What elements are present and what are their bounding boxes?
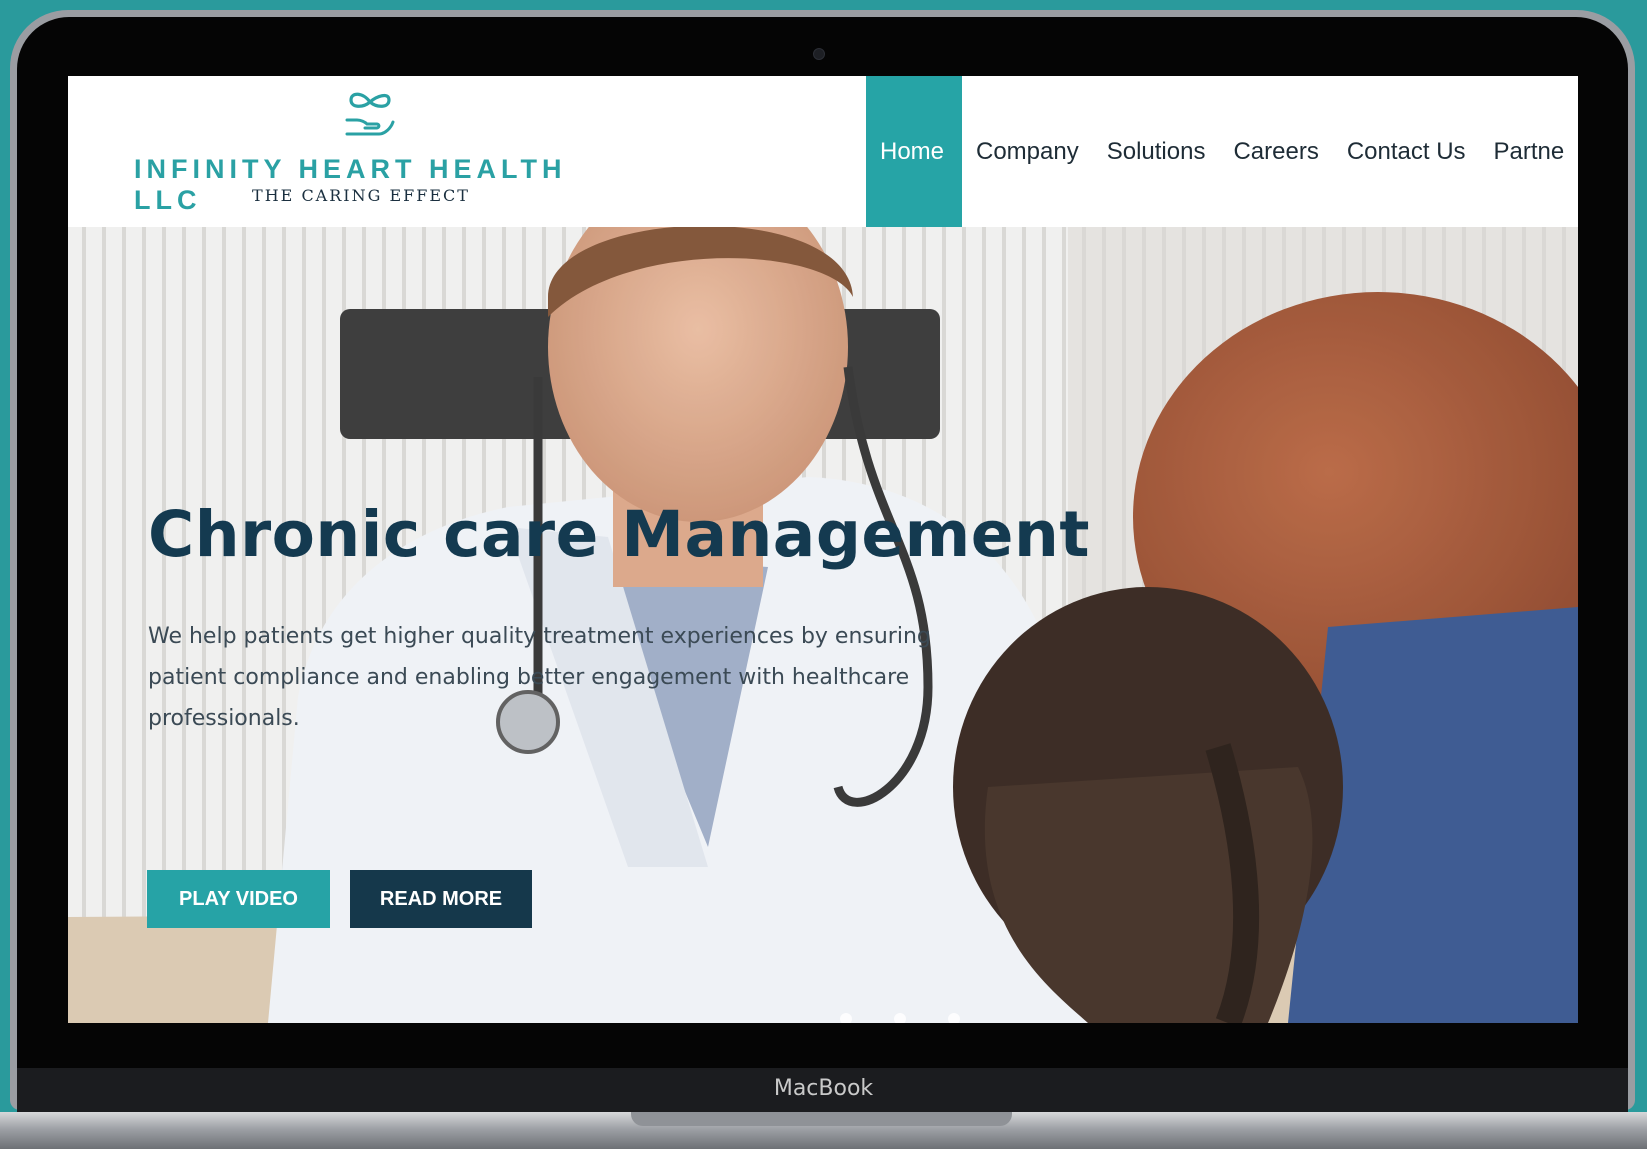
nav-item-partners[interactable]: Partne	[1480, 76, 1578, 227]
nav-item-careers[interactable]: Careers	[1219, 76, 1332, 227]
slide-dot[interactable]	[894, 1013, 906, 1023]
nav-item-contact-us[interactable]: Contact Us	[1333, 76, 1480, 227]
brand-tagline: THE CARING EFFECT	[252, 186, 470, 205]
slide-indicators	[840, 1013, 960, 1023]
laptop-notch	[631, 1112, 1012, 1126]
read-more-button[interactable]: READ MORE	[350, 870, 532, 928]
website-screen: INFINITY HEART HEALTH LLC THE CARING EFF…	[68, 76, 1578, 1023]
nav-item-solutions[interactable]: Solutions	[1093, 76, 1220, 227]
nav-item-home[interactable]: Home	[866, 76, 962, 227]
site-header: INFINITY HEART HEALTH LLC THE CARING EFF…	[68, 76, 1578, 227]
hero-description: We help patients get higher quality trea…	[148, 624, 931, 731]
hero-title: Chronic care Management	[148, 498, 1090, 571]
camera-icon	[813, 48, 825, 60]
main-nav: Home Company Solutions Careers Contact U…	[866, 76, 1578, 227]
slide-dot[interactable]	[948, 1013, 960, 1023]
slide-dot[interactable]	[840, 1013, 852, 1023]
nav-item-company[interactable]: Company	[962, 76, 1093, 227]
infinity-hand-icon	[345, 92, 395, 136]
hero-banner: Chronic care Management We help patients…	[68, 227, 1578, 1023]
play-video-button[interactable]: PLAY VIDEO	[147, 870, 330, 928]
brand-name: INFINITY HEART HEALTH LLC	[134, 154, 567, 215]
device-label: MacBook	[773, 1076, 874, 1101]
